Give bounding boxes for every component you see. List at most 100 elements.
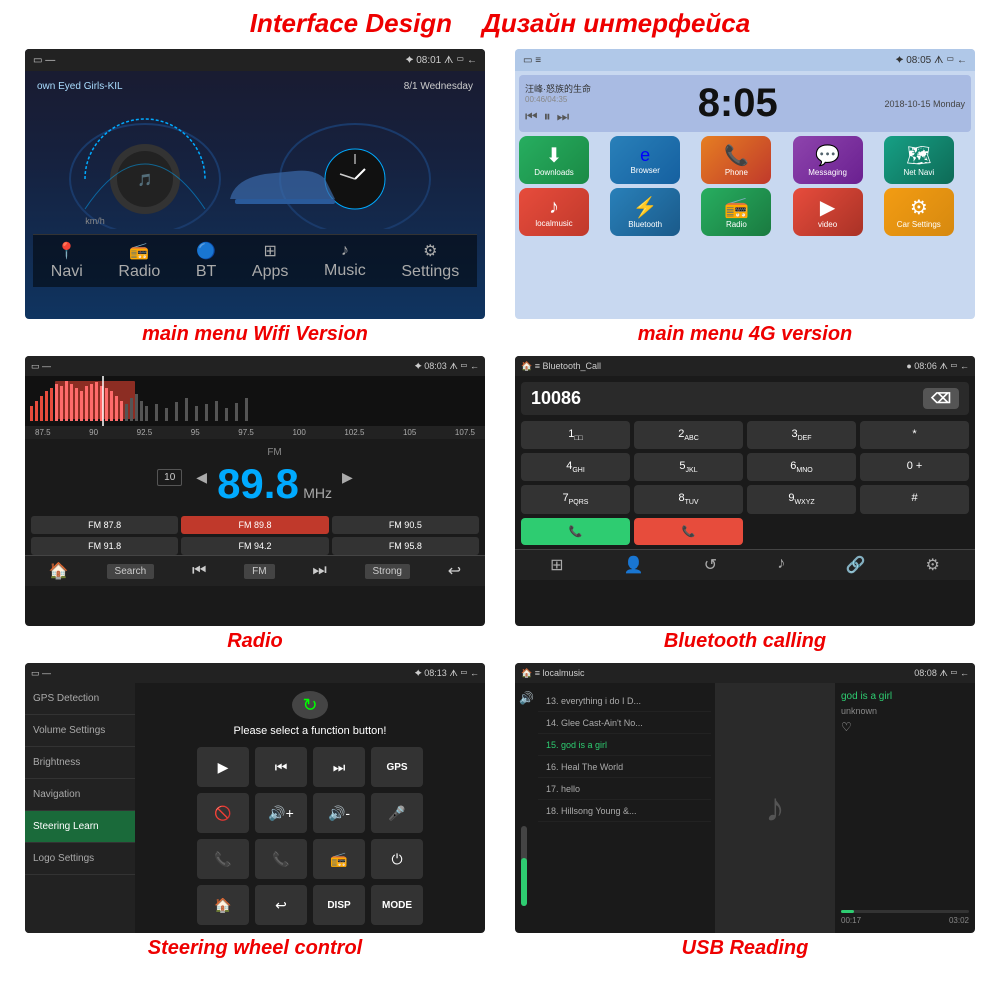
preset-3[interactable]: FM 90.5	[332, 516, 479, 534]
bt-recent[interactable]: ↺	[704, 555, 717, 575]
sidebar-gps[interactable]: GPS Detection	[25, 683, 135, 715]
wifi-bottom-nav[interactable]: 📍Navi 📻Radio 🔵BT ⊞Apps ♪Music ⚙Settings	[33, 234, 477, 287]
steer-hangup[interactable]: 📞	[255, 839, 307, 879]
steer-back[interactable]: ↩	[255, 885, 307, 925]
key-7[interactable]: 7PQRS	[521, 485, 630, 513]
screen-radio: ▭ — ✦ 08:03 ᗑ ▭ ←	[25, 356, 485, 626]
sidebar-volume[interactable]: Volume Settings	[25, 715, 135, 747]
key-1[interactable]: 1□□	[521, 421, 630, 449]
usb-body: 🔊 13. everything i do I D... 14. Glee Ca…	[515, 683, 975, 933]
sidebar-navigation[interactable]: Navigation	[25, 779, 135, 811]
key-hangup[interactable]: 📞	[634, 518, 743, 545]
track-13[interactable]: 13. everything i do I D...	[538, 691, 711, 712]
preset-2[interactable]: FM 89.8	[181, 516, 328, 534]
home-button[interactable]: 🏠	[49, 561, 69, 581]
steer-prev[interactable]: ⏮	[255, 747, 307, 787]
key-4[interactable]: 4GHI	[521, 453, 630, 481]
next-button[interactable]: ⏭	[312, 562, 326, 580]
icon-downloads[interactable]: ⬇Downloads	[519, 136, 589, 184]
icon-messaging[interactable]: 💬Messaging	[793, 136, 863, 184]
usb-artist: unknown	[841, 706, 969, 716]
nav-bt[interactable]: 🔵BT	[196, 241, 216, 281]
bt-settings[interactable]: ⚙	[926, 555, 940, 575]
sidebar-logo[interactable]: Logo Settings	[25, 843, 135, 875]
steer-play[interactable]: ▶	[197, 747, 249, 787]
nav-radio[interactable]: 📻Radio	[118, 241, 160, 281]
steer-call[interactable]: 📞	[197, 839, 249, 879]
bt-backspace[interactable]: ⌫	[923, 388, 959, 409]
key-6[interactable]: 6MNO	[747, 453, 856, 481]
preset-1[interactable]: FM 87.8	[31, 516, 178, 534]
key-call[interactable]: 📞	[521, 518, 630, 545]
bt-contacts[interactable]: 👤	[624, 555, 644, 575]
steer-next[interactable]: ⏭	[313, 747, 365, 787]
search-button[interactable]: Search	[107, 564, 155, 579]
key-5[interactable]: 5JKL	[634, 453, 743, 481]
screen-wifi: ▭ — ✦ 08:01 ᗑ ▭ ← own Eyed Girls-KIL 8/1…	[25, 49, 485, 319]
steer-mute[interactable]: 🚫	[197, 793, 249, 833]
track-14[interactable]: 14. Glee Cast-Ain't No...	[538, 713, 711, 734]
key-star[interactable]: *	[860, 421, 969, 449]
icon-browser[interactable]: eBrowser	[610, 136, 680, 184]
icon-carsettings[interactable]: ⚙Car Settings	[884, 188, 954, 236]
prev-button[interactable]: ⏮	[192, 562, 206, 580]
status-bar-radio: ▭ — ✦ 08:03 ᗑ ▭ ←	[25, 356, 485, 376]
nav-settings[interactable]: ⚙Settings	[401, 241, 459, 281]
key-2[interactable]: 2ABC	[634, 421, 743, 449]
steer-gps[interactable]: GPS	[371, 747, 423, 787]
steer-volup[interactable]: 🔊+	[255, 793, 307, 833]
track-18[interactable]: 18. Hillsong Young &...	[538, 801, 711, 822]
steer-voldown[interactable]: 🔊-	[313, 793, 365, 833]
icon-netnavi[interactable]: 🗺Net Navi	[884, 136, 954, 184]
screen-steering: ▭ — ✦ 08:13 ᗑ ▭ ← GPS Detection Volume S…	[25, 663, 485, 933]
track-15[interactable]: 15. god is a girl	[538, 735, 711, 756]
key-hash[interactable]: #	[860, 485, 969, 513]
icon-bluetooth[interactable]: ⚡Bluetooth	[610, 188, 680, 236]
volume-icon: 🔊	[519, 691, 534, 705]
preset-4[interactable]: FM 91.8	[31, 537, 178, 555]
steer-home[interactable]: 🏠	[197, 885, 249, 925]
steer-mode[interactable]: MODE	[371, 885, 423, 925]
steer-disp[interactable]: DISP	[313, 885, 365, 925]
icon-phone[interactable]: 📞Phone	[701, 136, 771, 184]
steer-power[interactable]: ⏻	[371, 839, 423, 879]
preset-6[interactable]: FM 95.8	[332, 537, 479, 555]
page-title-bar: Interface Design Дизайн интерфейса	[0, 0, 1000, 45]
fm-button[interactable]: FM	[244, 564, 274, 579]
key-9[interactable]: 9WXYZ	[747, 485, 856, 513]
steering-content: ↻ Please select a function button! ▶ ⏮ ⏭…	[135, 683, 485, 933]
track-17[interactable]: 17. hello	[538, 779, 711, 800]
preset-5[interactable]: FM 94.2	[181, 537, 328, 555]
nav-navi[interactable]: 📍Navi	[51, 241, 83, 281]
caption-bluetooth: Bluetooth calling	[664, 630, 826, 653]
steer-radio[interactable]: 📻	[313, 839, 365, 879]
key-3[interactable]: 3DEF	[747, 421, 856, 449]
refresh-icon[interactable]: ↻	[292, 691, 328, 719]
icon-localmusic[interactable]: ♪localmusic	[519, 188, 589, 236]
radio-spectrum	[25, 376, 485, 426]
steer-mic[interactable]: 🎤	[371, 793, 423, 833]
nav-apps[interactable]: ⊞Apps	[252, 241, 288, 281]
icon-radio[interactable]: 📻Radio	[701, 188, 771, 236]
usb-heart[interactable]: ♡	[841, 720, 969, 734]
svg-text:km/h: km/h	[85, 216, 105, 226]
back-button[interactable]: ↩	[448, 561, 461, 581]
sidebar-steering[interactable]: Steering Learn	[25, 811, 135, 843]
usb-tracklist: 🔊 13. everything i do I D... 14. Glee Ca…	[515, 683, 715, 933]
sidebar-brightness[interactable]: Brightness	[25, 747, 135, 779]
volume-slider[interactable]	[521, 826, 527, 906]
cell-wifi: ▭ — ✦ 08:01 ᗑ ▭ ← own Eyed Girls-KIL 8/1…	[10, 45, 500, 352]
key-0plus[interactable]: 0 +	[860, 453, 969, 481]
icon-video[interactable]: ▶video	[793, 188, 863, 236]
nav-music[interactable]: ♪Music	[324, 242, 366, 280]
bt-link[interactable]: 🔗	[845, 555, 865, 575]
bt-apps[interactable]: ⊞	[550, 555, 563, 575]
wifi-dashboard: 🎵 km/h	[33, 94, 477, 234]
track-16[interactable]: 16. Heal The World	[538, 757, 711, 778]
bt-number-display: 10086 ⌫	[521, 382, 969, 415]
time-current: 00:17	[841, 916, 861, 925]
key-8[interactable]: 8TUV	[634, 485, 743, 513]
radio-presets: FM 87.8 FM 89.8 FM 90.5 FM 91.8 FM 94.2 …	[25, 516, 485, 555]
bt-music[interactable]: ♪	[777, 555, 785, 575]
strong-button[interactable]: Strong	[365, 564, 410, 579]
